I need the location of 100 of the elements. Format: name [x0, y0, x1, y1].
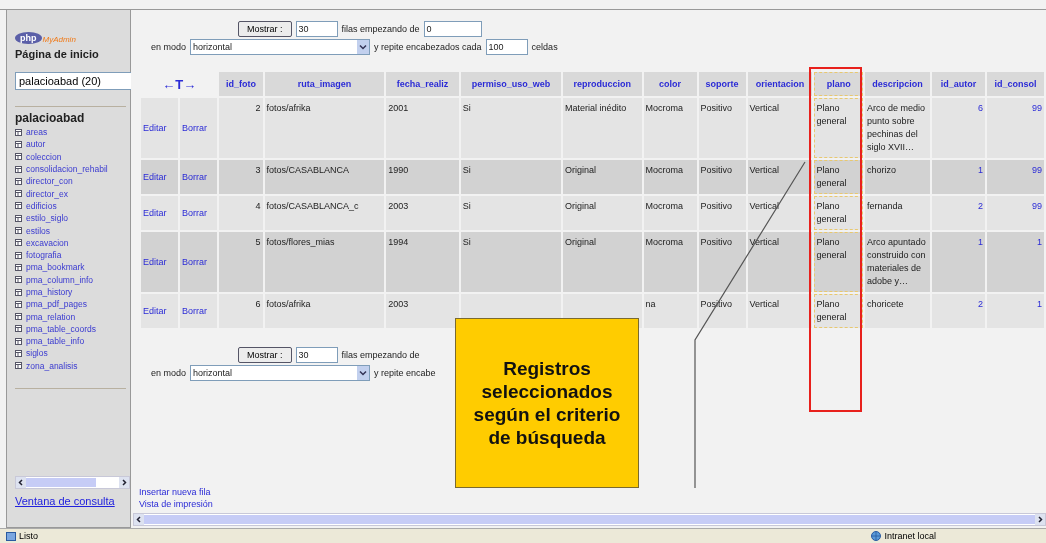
table-icon[interactable]	[15, 313, 22, 321]
table-link[interactable]: excavacion	[26, 237, 69, 248]
table-icon[interactable]	[15, 140, 22, 148]
table-cell-link[interactable]: 1	[1037, 237, 1042, 247]
repeat-label: y repite encabezados cada	[374, 42, 482, 52]
table-cell: Original	[565, 237, 597, 247]
table-cell: 2003	[388, 299, 409, 309]
table-icon[interactable]	[15, 190, 22, 198]
table-icon[interactable]	[15, 251, 22, 259]
table-link[interactable]: zona_analisis	[26, 360, 78, 371]
rows-field[interactable]: 30	[295, 347, 338, 363]
show-button[interactable]: Mostrar :	[238, 347, 292, 363]
table-cell-link[interactable]: 99	[1032, 201, 1042, 211]
table-cell: 2	[255, 103, 261, 113]
table-link[interactable]: pma_table_info	[26, 336, 85, 347]
table-link[interactable]: director_ex	[26, 188, 69, 199]
table-cell-link[interactable]: 1	[1037, 299, 1042, 309]
delete-link[interactable]: Borrar	[182, 122, 208, 133]
table-icon[interactable]	[15, 288, 22, 296]
table-cell: Si	[462, 103, 471, 113]
scroll-left-icon[interactable]	[16, 477, 26, 488]
table-icon[interactable]	[15, 362, 22, 370]
table-link[interactable]: pma_history	[26, 287, 73, 297]
delete-link[interactable]: Borrar	[182, 256, 208, 267]
table-cell-link[interactable]: 2	[977, 201, 983, 211]
table-icon[interactable]	[15, 214, 22, 222]
table-link[interactable]: areas	[26, 127, 48, 138]
table-link[interactable]: pma_pdf_pages	[26, 299, 87, 310]
column-resize-arrows[interactable]: ←T→	[141, 72, 218, 96]
table-link[interactable]: pma_table_coords	[26, 323, 96, 334]
column-header[interactable]: color	[643, 72, 697, 96]
column-header[interactable]: descripcion	[865, 72, 931, 96]
table-link[interactable]: estilo_siglo	[26, 213, 69, 224]
table-cell-link[interactable]: 6	[977, 103, 983, 113]
table-cell: Mocroma	[645, 165, 684, 175]
table-cell: Vertical	[749, 103, 780, 113]
repeat-field[interactable]: 100	[485, 39, 528, 55]
start-field[interactable]: 0	[423, 21, 482, 37]
logo-name-text: MyAdmin	[42, 35, 76, 44]
rows-field[interactable]: 30	[295, 21, 338, 37]
edit-link[interactable]: Editar	[143, 256, 167, 267]
column-header[interactable]: permiso_uso_web	[460, 72, 562, 96]
table-link[interactable]: fotografia	[26, 250, 62, 261]
table-link[interactable]: autor	[26, 139, 46, 150]
table-icon[interactable]	[15, 153, 22, 161]
table-cell-link[interactable]: 1	[977, 237, 983, 247]
mode-select[interactable]: horizontal	[190, 365, 371, 381]
table-icon[interactable]	[15, 177, 22, 185]
table-cell: fotos/CASABLANCA_c	[266, 201, 359, 211]
table-link[interactable]: coleccion	[26, 151, 62, 162]
table-link[interactable]: estilos	[26, 225, 51, 236]
column-header[interactable]: plano	[814, 72, 864, 96]
table-icon[interactable]	[15, 239, 22, 247]
table-icon[interactable]	[15, 128, 22, 136]
table-link[interactable]: consolidacion_rehabil	[26, 164, 108, 175]
table-link[interactable]: pma_bookmark	[26, 262, 85, 273]
table-cell-link[interactable]: 99	[1032, 165, 1042, 175]
table-cell-link[interactable]: 99	[1032, 103, 1042, 113]
table-cell: 2001	[388, 103, 409, 113]
table-link[interactable]: director_con	[26, 176, 73, 187]
mode-select[interactable]: horizontal	[190, 39, 371, 55]
column-header[interactable]: ruta_imagen	[264, 72, 385, 96]
table-icon[interactable]	[15, 165, 22, 173]
database-select[interactable]: palacioabad (20)	[15, 72, 132, 90]
show-button[interactable]: Mostrar :	[238, 21, 292, 37]
table-cell-link[interactable]: 1	[977, 165, 983, 175]
table-link[interactable]: siglos	[26, 348, 48, 359]
query-window-link[interactable]: Ventana de consulta	[15, 495, 126, 507]
column-header[interactable]: reproduccion	[563, 72, 642, 96]
table-icon[interactable]	[15, 350, 22, 357]
scroll-right-icon[interactable]	[119, 477, 129, 488]
table-icon[interactable]	[15, 325, 22, 333]
edit-link[interactable]: Editar	[143, 122, 167, 133]
action-link[interactable]: Vista de impresión	[139, 498, 213, 510]
home-link[interactable]: Página de inicio	[15, 48, 126, 60]
table-icon[interactable]	[15, 263, 22, 271]
scroll-right-icon[interactable]	[1035, 514, 1045, 525]
table-cell: 6	[255, 299, 261, 309]
column-header[interactable]: fecha_realiz	[386, 72, 459, 96]
table-icon[interactable]	[15, 276, 22, 284]
caret-icon	[357, 366, 370, 380]
table-link[interactable]: edificios	[26, 200, 57, 211]
horizontal-scrollbar[interactable]	[133, 513, 1046, 526]
column-header[interactable]: orientacion	[747, 72, 813, 96]
column-header[interactable]: id_consol	[986, 72, 1044, 96]
cells-label: celdas	[531, 42, 558, 52]
table-icon[interactable]	[15, 202, 22, 210]
column-header[interactable]: id_autor	[932, 72, 985, 96]
scroll-left-icon[interactable]	[134, 514, 144, 525]
table-cell-link[interactable]: 2	[977, 299, 983, 309]
table-icon[interactable]	[15, 337, 22, 345]
table-link[interactable]: pma_column_info	[26, 274, 94, 285]
column-header[interactable]: soporte	[698, 72, 746, 96]
table-cell: 4	[255, 201, 261, 211]
table-link[interactable]: pma_relation	[26, 311, 76, 322]
action-link[interactable]: Insertar nueva fila	[139, 486, 211, 498]
horizontal-scrollbar[interactable]	[15, 476, 130, 489]
table-icon[interactable]	[15, 300, 22, 308]
table-icon[interactable]	[15, 227, 22, 234]
column-header[interactable]: id_foto	[219, 72, 263, 96]
